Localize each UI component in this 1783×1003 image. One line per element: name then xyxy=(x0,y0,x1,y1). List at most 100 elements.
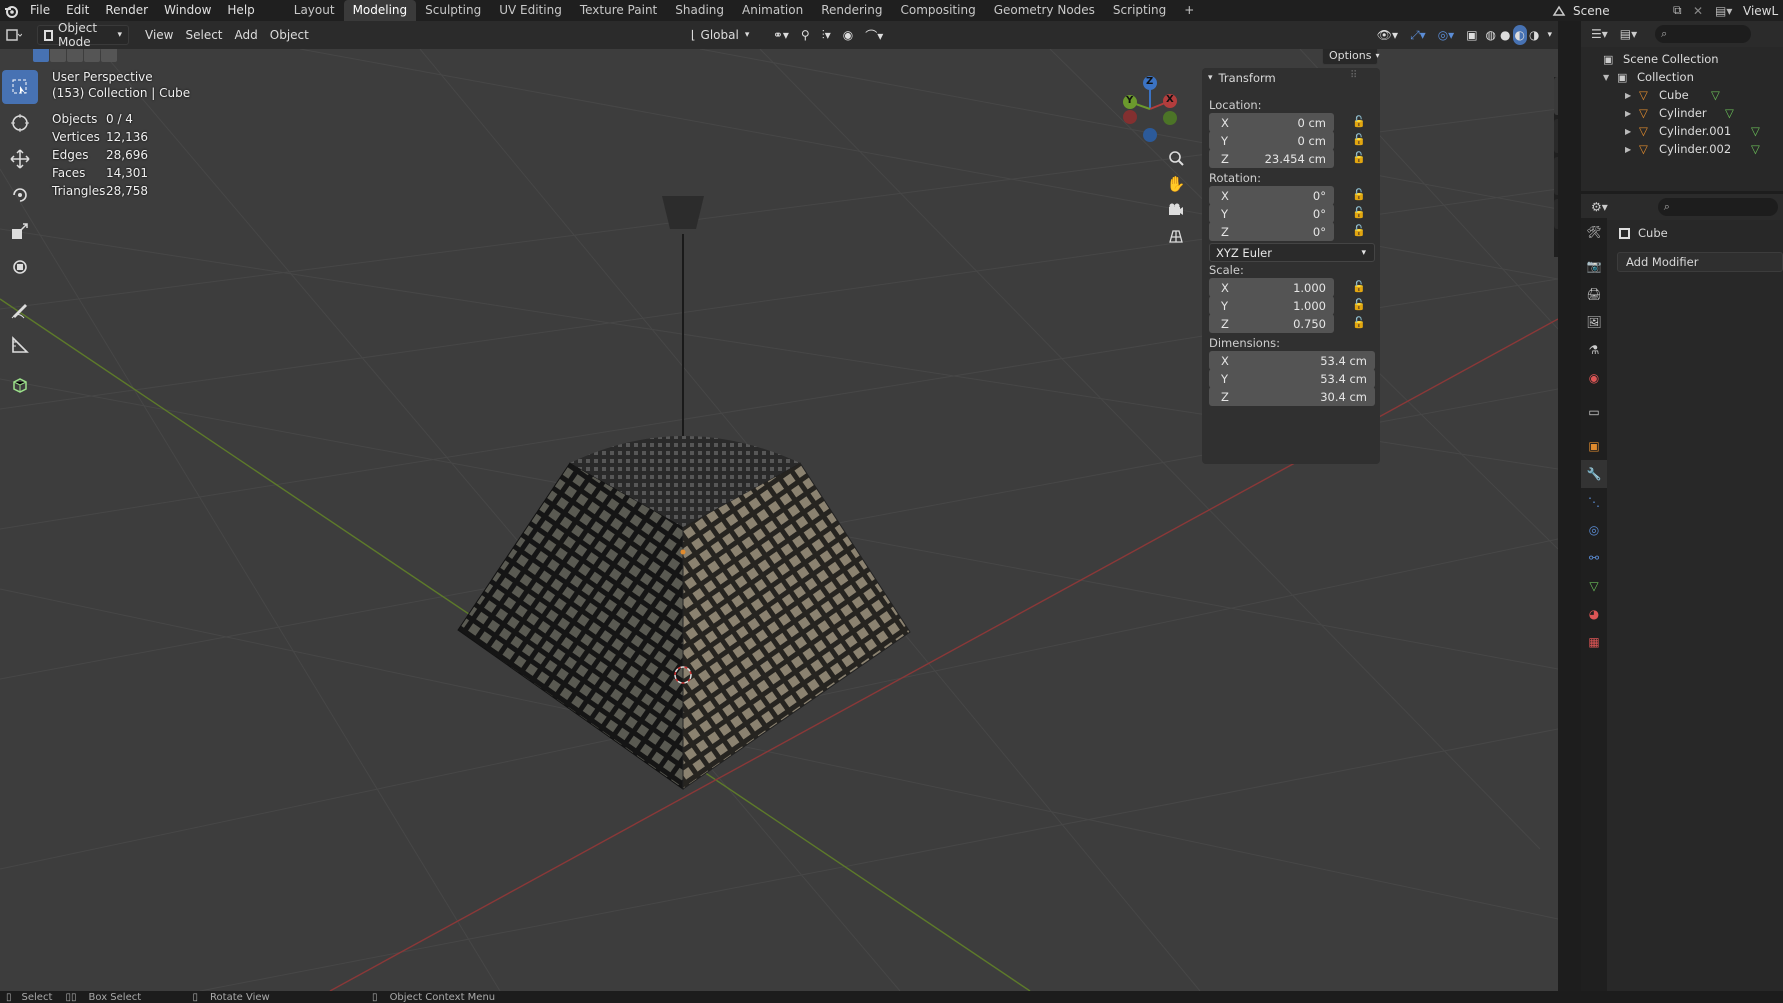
tab-animation[interactable]: Animation xyxy=(733,0,812,21)
move-tool[interactable] xyxy=(2,142,38,176)
camera-view-icon[interactable] xyxy=(1165,199,1187,221)
collection-properties-icon[interactable]: ▭ xyxy=(1581,398,1607,426)
select-difference-icon[interactable] xyxy=(84,49,100,62)
lock-icon[interactable]: 🔓 xyxy=(1352,151,1366,165)
expand-arrow-icon[interactable]: ▶ xyxy=(1625,91,1639,100)
dimensions-y-field[interactable]: Y 53.4 cm xyxy=(1209,369,1375,388)
expand-arrow-icon[interactable]: ▼ xyxy=(1603,73,1617,82)
menu-edit[interactable]: Edit xyxy=(58,0,97,21)
snap-target-icon[interactable]: ⫶▾ xyxy=(816,25,837,45)
output-properties-icon[interactable]: 🖨 xyxy=(1581,280,1607,308)
delete-scene-icon[interactable]: ✕ xyxy=(1693,4,1715,18)
render-properties-icon[interactable]: 📷 xyxy=(1581,252,1607,280)
area-divider[interactable] xyxy=(1558,21,1581,991)
outliner-object-cylinder-001[interactable]: ▶ ▽ Cylinder.001 ▽ xyxy=(1625,122,1783,140)
mesh-data-icon[interactable]: ▽ xyxy=(1711,88,1720,102)
lock-icon[interactable]: 🔓 xyxy=(1352,115,1366,129)
visibility-icon[interactable]: 👁▾ xyxy=(1371,25,1404,45)
tab-scripting[interactable]: Scripting xyxy=(1104,0,1175,21)
mesh-data-icon[interactable]: ▽ xyxy=(1751,124,1760,138)
menu-select[interactable]: Select xyxy=(179,25,228,45)
object-mode-dropdown[interactable]: Object Mode ▾ xyxy=(37,21,129,49)
lock-icon[interactable]: 🔓 xyxy=(1352,298,1366,312)
3d-viewport[interactable]: User Perspective (153) Collection | Cube… xyxy=(0,49,1558,991)
measure-tool[interactable] xyxy=(2,328,38,362)
proportional-editing-icon[interactable]: ◉ xyxy=(837,25,859,45)
view-layer-field[interactable]: ViewL xyxy=(1743,4,1783,18)
scene-icon[interactable] xyxy=(1545,4,1573,18)
editor-type-icon[interactable]: ⚙▾ xyxy=(1591,200,1608,214)
rendered-shading-icon[interactable]: ◑ xyxy=(1527,25,1541,45)
ortho-toggle-icon[interactable] xyxy=(1165,225,1187,247)
tab-uv-editing[interactable]: UV Editing xyxy=(490,0,571,21)
zoom-icon[interactable] xyxy=(1165,147,1187,169)
add-cube-tool[interactable] xyxy=(2,368,38,402)
rotation-y-field[interactable]: Y 0° xyxy=(1209,204,1334,223)
add-modifier-button[interactable]: Add Modifier xyxy=(1617,252,1783,272)
annotate-tool[interactable] xyxy=(2,292,38,326)
select-intersect-icon[interactable] xyxy=(101,49,117,62)
expand-arrow-icon[interactable]: ▶ xyxy=(1625,127,1639,136)
menu-window[interactable]: Window xyxy=(156,0,219,21)
tab-compositing[interactable]: Compositing xyxy=(891,0,984,21)
tab-sculpting[interactable]: Sculpting xyxy=(416,0,490,21)
select-box-tool[interactable] xyxy=(2,70,38,104)
location-z-field[interactable]: Z 23.454 cm xyxy=(1209,149,1334,168)
menu-add[interactable]: Add xyxy=(229,25,264,45)
lock-icon[interactable]: 🔓 xyxy=(1352,206,1366,220)
rotation-z-field[interactable]: Z 0° xyxy=(1209,222,1334,241)
expand-arrow-icon[interactable]: ▶ xyxy=(1625,109,1639,118)
lock-icon[interactable]: 🔓 xyxy=(1352,280,1366,294)
snap-icon[interactable]: ⚲ xyxy=(795,25,816,45)
dimensions-x-field[interactable]: X 53.4 cm xyxy=(1209,351,1375,370)
scale-x-field[interactable]: X 1.000 xyxy=(1209,278,1334,297)
mesh-data-icon[interactable]: ▽ xyxy=(1725,106,1734,120)
rotate-tool[interactable] xyxy=(2,178,38,212)
outliner-collection[interactable]: ▼ ▣ Collection xyxy=(1603,68,1694,86)
tab-geometry-nodes[interactable]: Geometry Nodes xyxy=(985,0,1104,21)
outliner-scene-collection[interactable]: ▣ Scene Collection xyxy=(1603,50,1719,68)
menu-help[interactable]: Help xyxy=(219,0,262,21)
overlays-icon[interactable]: ◎▾ xyxy=(1432,25,1461,45)
particles-properties-icon[interactable]: ⋱ xyxy=(1581,488,1607,516)
lock-icon[interactable]: 🔓 xyxy=(1352,188,1366,202)
physics-properties-icon[interactable]: ◎ xyxy=(1581,516,1607,544)
menu-render[interactable]: Render xyxy=(97,0,156,21)
select-extend-icon[interactable] xyxy=(50,49,66,62)
scale-y-field[interactable]: Y 1.000 xyxy=(1209,296,1334,315)
drag-handle-icon[interactable]: ⠿ xyxy=(1350,70,1357,81)
editor-type-icon[interactable]: ☰▾ xyxy=(1591,27,1608,41)
outliner-search-input[interactable]: ⌕ xyxy=(1655,25,1752,43)
lock-icon[interactable]: 🔓 xyxy=(1352,316,1366,330)
data-properties-icon[interactable]: ▽ xyxy=(1581,572,1607,600)
view-layer-properties-icon[interactable]: 🖼 xyxy=(1581,308,1607,336)
select-subtract-icon[interactable] xyxy=(67,49,83,62)
world-properties-icon[interactable]: ◉ xyxy=(1581,364,1607,392)
pan-hand-icon[interactable]: ✋ xyxy=(1165,173,1187,195)
mesh-data-icon[interactable]: ▽ xyxy=(1751,142,1760,156)
tab-modeling[interactable]: Modeling xyxy=(343,0,417,21)
scene-name-field[interactable]: Scene xyxy=(1573,4,1673,18)
dimensions-z-field[interactable]: Z 30.4 cm xyxy=(1209,387,1375,406)
outliner-object-cylinder[interactable]: ▶ ▽ Cylinder ▽ xyxy=(1625,104,1775,122)
expand-arrow-icon[interactable]: ▶ xyxy=(1625,145,1639,154)
transform-tool[interactable] xyxy=(2,250,38,284)
object-properties-icon[interactable]: ▣ xyxy=(1581,432,1607,460)
tool-properties-icon[interactable]: 🛠 xyxy=(1581,218,1607,246)
menu-view[interactable]: View xyxy=(139,25,179,45)
solid-shading-icon[interactable]: ● xyxy=(1498,25,1512,45)
texture-properties-icon[interactable]: ▦ xyxy=(1581,628,1607,656)
display-mode-icon[interactable]: ▤▾ xyxy=(1620,27,1637,41)
proportional-falloff-icon[interactable]: ⌒▾ xyxy=(859,25,889,45)
view-layer-icon[interactable]: ▤▾ xyxy=(1715,4,1743,18)
lock-icon[interactable]: 🔓 xyxy=(1352,133,1366,147)
pivot-point-icon[interactable]: ⚭▾ xyxy=(767,25,795,45)
location-x-field[interactable]: X0 cm xyxy=(1209,113,1334,132)
tab-texture-paint[interactable]: Texture Paint xyxy=(571,0,666,21)
new-scene-icon[interactable]: ⧉ xyxy=(1673,3,1693,18)
tab-shading[interactable]: Shading xyxy=(666,0,733,21)
constraints-properties-icon[interactable]: ⚯ xyxy=(1581,544,1607,572)
menu-file[interactable]: File xyxy=(22,0,58,21)
scale-tool[interactable] xyxy=(2,214,38,248)
menu-object[interactable]: Object xyxy=(264,25,315,45)
